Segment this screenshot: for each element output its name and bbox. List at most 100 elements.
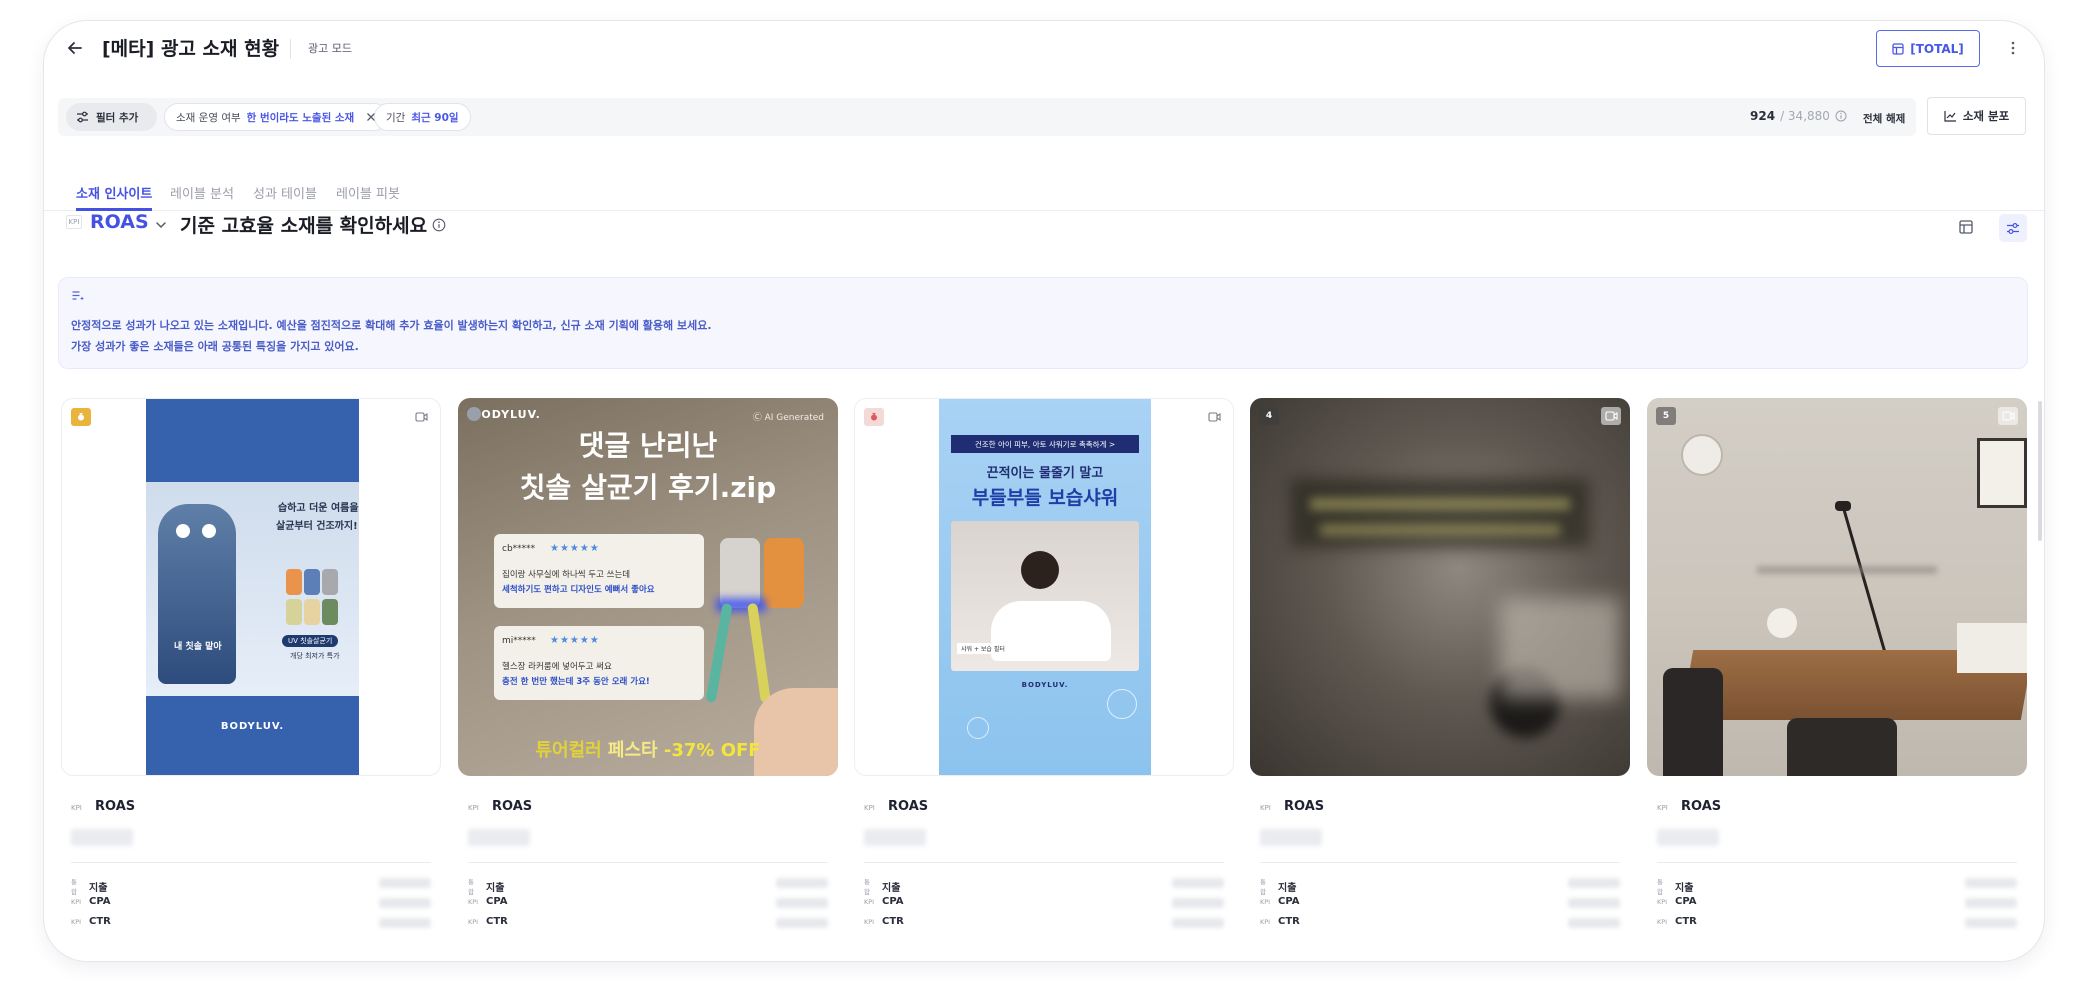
metric-value-blurred: [776, 918, 828, 928]
creative-thumbnail[interactable]: 4: [1250, 398, 1630, 776]
mascot-illustration: [158, 504, 236, 684]
insight-box: 안정적으로 성과가 나오고 있는 소재입니다. 예산을 점진적으로 확대해 추가…: [58, 277, 2028, 369]
metric-badge: KPI: [864, 804, 875, 812]
metric-row-spend: 통합 지출: [71, 878, 108, 896]
mode-label: 광고 모드: [308, 42, 352, 55]
video-icon: [1601, 407, 1621, 425]
metric-name: ROAS: [1681, 799, 1722, 814]
creative-card-4[interactable]: 4 KPI ROAS 통합 지출 KPI CPA KPI CTR: [1250, 398, 1630, 958]
metric-value-blurred: [1568, 898, 1620, 908]
creative-card-3[interactable]: 건조한 아이 피부, 아토 샤워기로 촉촉하게 > 끈적이는 물줄기 말고 부들…: [854, 398, 1234, 958]
review-bubble-2: mi***** ★★★★★ 헬스장 라커룸에 넣어두고 써요 충전 한 번만 했…: [494, 626, 704, 700]
filter-chip-value: 한 번이라도 노출된 소재: [246, 111, 355, 124]
metric-row-spend: 통합 지출: [864, 878, 901, 896]
filter-bar: 필터 추가 소재 운영 여부 한 번이라도 노출된 소재 기간 최근 90일: [58, 98, 1916, 136]
sliders-icon: [77, 111, 88, 123]
wall-frame: [1977, 438, 2027, 508]
ad-image: 건조한 아이 피부, 아토 샤워기로 촉촉하게 > 끈적이는 물줄기 말고 부들…: [939, 399, 1151, 775]
metric-value-blurred: [1965, 918, 2017, 928]
metric-value-blurred: [379, 878, 431, 888]
tab-label-pivot[interactable]: 레이블 피봇: [336, 183, 400, 202]
ad-image: 내 칫솔 맡아 습하고 더운 여름을 살균부터 건조까지! UV 칫솔살균기 개…: [146, 399, 359, 775]
title-divider: [290, 39, 291, 59]
settings-sliders-icon[interactable]: [1999, 214, 2027, 242]
brand-logo: BODYLUV.: [472, 408, 541, 421]
metric-row-spend: 통합 지출: [1260, 878, 1297, 896]
insight-line-2: 가장 성과가 좋은 소재들은 아래 공통된 특징을 가지고 있어요.: [71, 340, 359, 353]
metric-row-cpa: KPI CPA: [864, 896, 904, 907]
ad-image: BODYLUV. Ⓒ AI Generated 댓글 난리난 칫솔 살균기 후기…: [458, 398, 838, 776]
info-icon[interactable]: [1835, 110, 1847, 122]
metric-value-blurred: [379, 918, 431, 928]
creative-thumbnail[interactable]: 건조한 아이 피부, 아토 샤워기로 촉촉하게 > 끈적이는 물줄기 말고 부들…: [854, 398, 1234, 776]
distribution-button[interactable]: 소재 분포: [1927, 97, 2026, 135]
metric-value-blurred: [1260, 829, 1322, 846]
metric-value-blurred: [1657, 829, 1719, 846]
distribution-button-label: 소재 분포: [1962, 109, 2010, 123]
ad-image-interior: [1647, 398, 2027, 776]
kpi-selector[interactable]: ROAS: [90, 211, 149, 233]
creative-card-5[interactable]: 5 KPI ROAS 통합 지출 KPI CPA KPI CTR: [1647, 398, 2027, 958]
metric-value-blurred: [776, 878, 828, 888]
table-icon: [1892, 42, 1904, 55]
brand-logo: BODYLUV.: [1021, 681, 1069, 689]
divider: [71, 862, 431, 863]
metric-name: ROAS: [888, 799, 929, 814]
filter-chip-period[interactable]: 기간 최근 90일: [374, 103, 471, 131]
table-view-icon[interactable]: [1958, 219, 1974, 235]
metric-value-blurred: [1568, 918, 1620, 928]
back-arrow-icon[interactable]: [62, 35, 88, 61]
metric-value-blurred: [379, 898, 431, 908]
creative-card-2[interactable]: BODYLUV. Ⓒ AI Generated 댓글 난리난 칫솔 살균기 후기…: [458, 398, 838, 958]
metric-value-blurred: [776, 898, 828, 908]
metric-row-spend: 통합 지출: [468, 878, 505, 896]
filter-chip-label: 기간: [386, 111, 406, 124]
metric-row-ctr: KPI CTR: [1657, 916, 1697, 927]
divider: [1260, 862, 1620, 863]
metric-badge: KPI: [1260, 804, 1271, 812]
chevron-down-icon[interactable]: [154, 217, 168, 231]
metric-row-spend: 통합 지출: [1657, 878, 1694, 896]
total-button[interactable]: [TOTAL]: [1876, 30, 1980, 67]
creative-thumbnail[interactable]: 5: [1647, 398, 2027, 776]
section-title: 기준 고효율 소재를 확인하세요: [180, 215, 428, 237]
ad-copy-2: 부들부들 보습샤워: [971, 487, 1119, 509]
add-filter-button[interactable]: 필터 추가: [66, 103, 157, 131]
page-title: [메타] 광고 소재 현황: [102, 38, 280, 60]
reset-all-button[interactable]: 전체 해제: [1863, 111, 1905, 126]
metric-value-blurred: [71, 829, 133, 846]
scrollbar[interactable]: [2038, 401, 2042, 541]
app-window: [메타] 광고 소재 현황 광고 모드 [TOTAL] 필터 추가 소재 운영 …: [43, 20, 2045, 962]
filter-chip-operation[interactable]: 소재 운영 여부 한 번이라도 노출된 소재: [164, 103, 389, 131]
creative-card-1[interactable]: 내 칫솔 맡아 습하고 더운 여름을 살균부터 건조까지! UV 칫솔살균기 개…: [61, 398, 441, 958]
metric-badge: KPI: [1657, 804, 1668, 812]
ad-copy-1: 습하고 더운 여름을: [278, 503, 359, 514]
metric-badge: KPI: [468, 804, 479, 812]
tab-bar: 소재 인사이트 레이블 분석 성과 테이블 레이블 피봇: [44, 157, 2044, 211]
tab-label-analysis[interactable]: 레이블 분석: [170, 183, 234, 202]
creative-thumbnail[interactable]: BODYLUV. Ⓒ AI Generated 댓글 난리난 칫솔 살균기 후기…: [458, 398, 838, 776]
ad-top-bar: 건조한 아이 피부, 아토 샤워기로 촉촉하게 >: [951, 435, 1139, 453]
tab-insight[interactable]: 소재 인사이트: [76, 183, 152, 202]
insight-line-1: 안정적으로 성과가 나오고 있는 소재입니다. 예산을 점진적으로 확대해 추가…: [71, 319, 712, 332]
metric-value-blurred: [468, 829, 530, 846]
ad-headline-2: 칫솔 살균기 후기.zip: [519, 471, 777, 504]
filter-chip-label: 소재 운영 여부: [176, 111, 241, 124]
ad-copy-1: 끈적이는 물줄기 말고: [986, 466, 1104, 481]
metric-value-blurred: [1172, 898, 1224, 908]
info-icon[interactable]: [432, 217, 446, 232]
rank-badge: [864, 408, 884, 426]
more-vertical-icon[interactable]: [2002, 34, 2024, 62]
metric-value-blurred: [1172, 918, 1224, 928]
medal-icon: [78, 413, 84, 421]
medal-icon: [871, 413, 877, 421]
tab-performance-table[interactable]: 성과 테이블: [253, 183, 317, 202]
metric-row-ctr: KPI CTR: [71, 916, 111, 927]
list-sparkle-icon: [72, 291, 84, 301]
ad-photo: 샤워 + 보습 필터: [951, 521, 1139, 671]
creative-thumbnail[interactable]: 내 칫솔 맡아 습하고 더운 여름을 살균부터 건조까지! UV 칫솔살균기 개…: [61, 398, 441, 776]
video-icon: [1204, 408, 1224, 426]
metric-row-cpa: KPI CPA: [1260, 896, 1300, 907]
ad-pill: UV 칫솔살균기: [282, 635, 339, 647]
ad-copy-2: 살균부터 건조까지!: [276, 521, 358, 532]
